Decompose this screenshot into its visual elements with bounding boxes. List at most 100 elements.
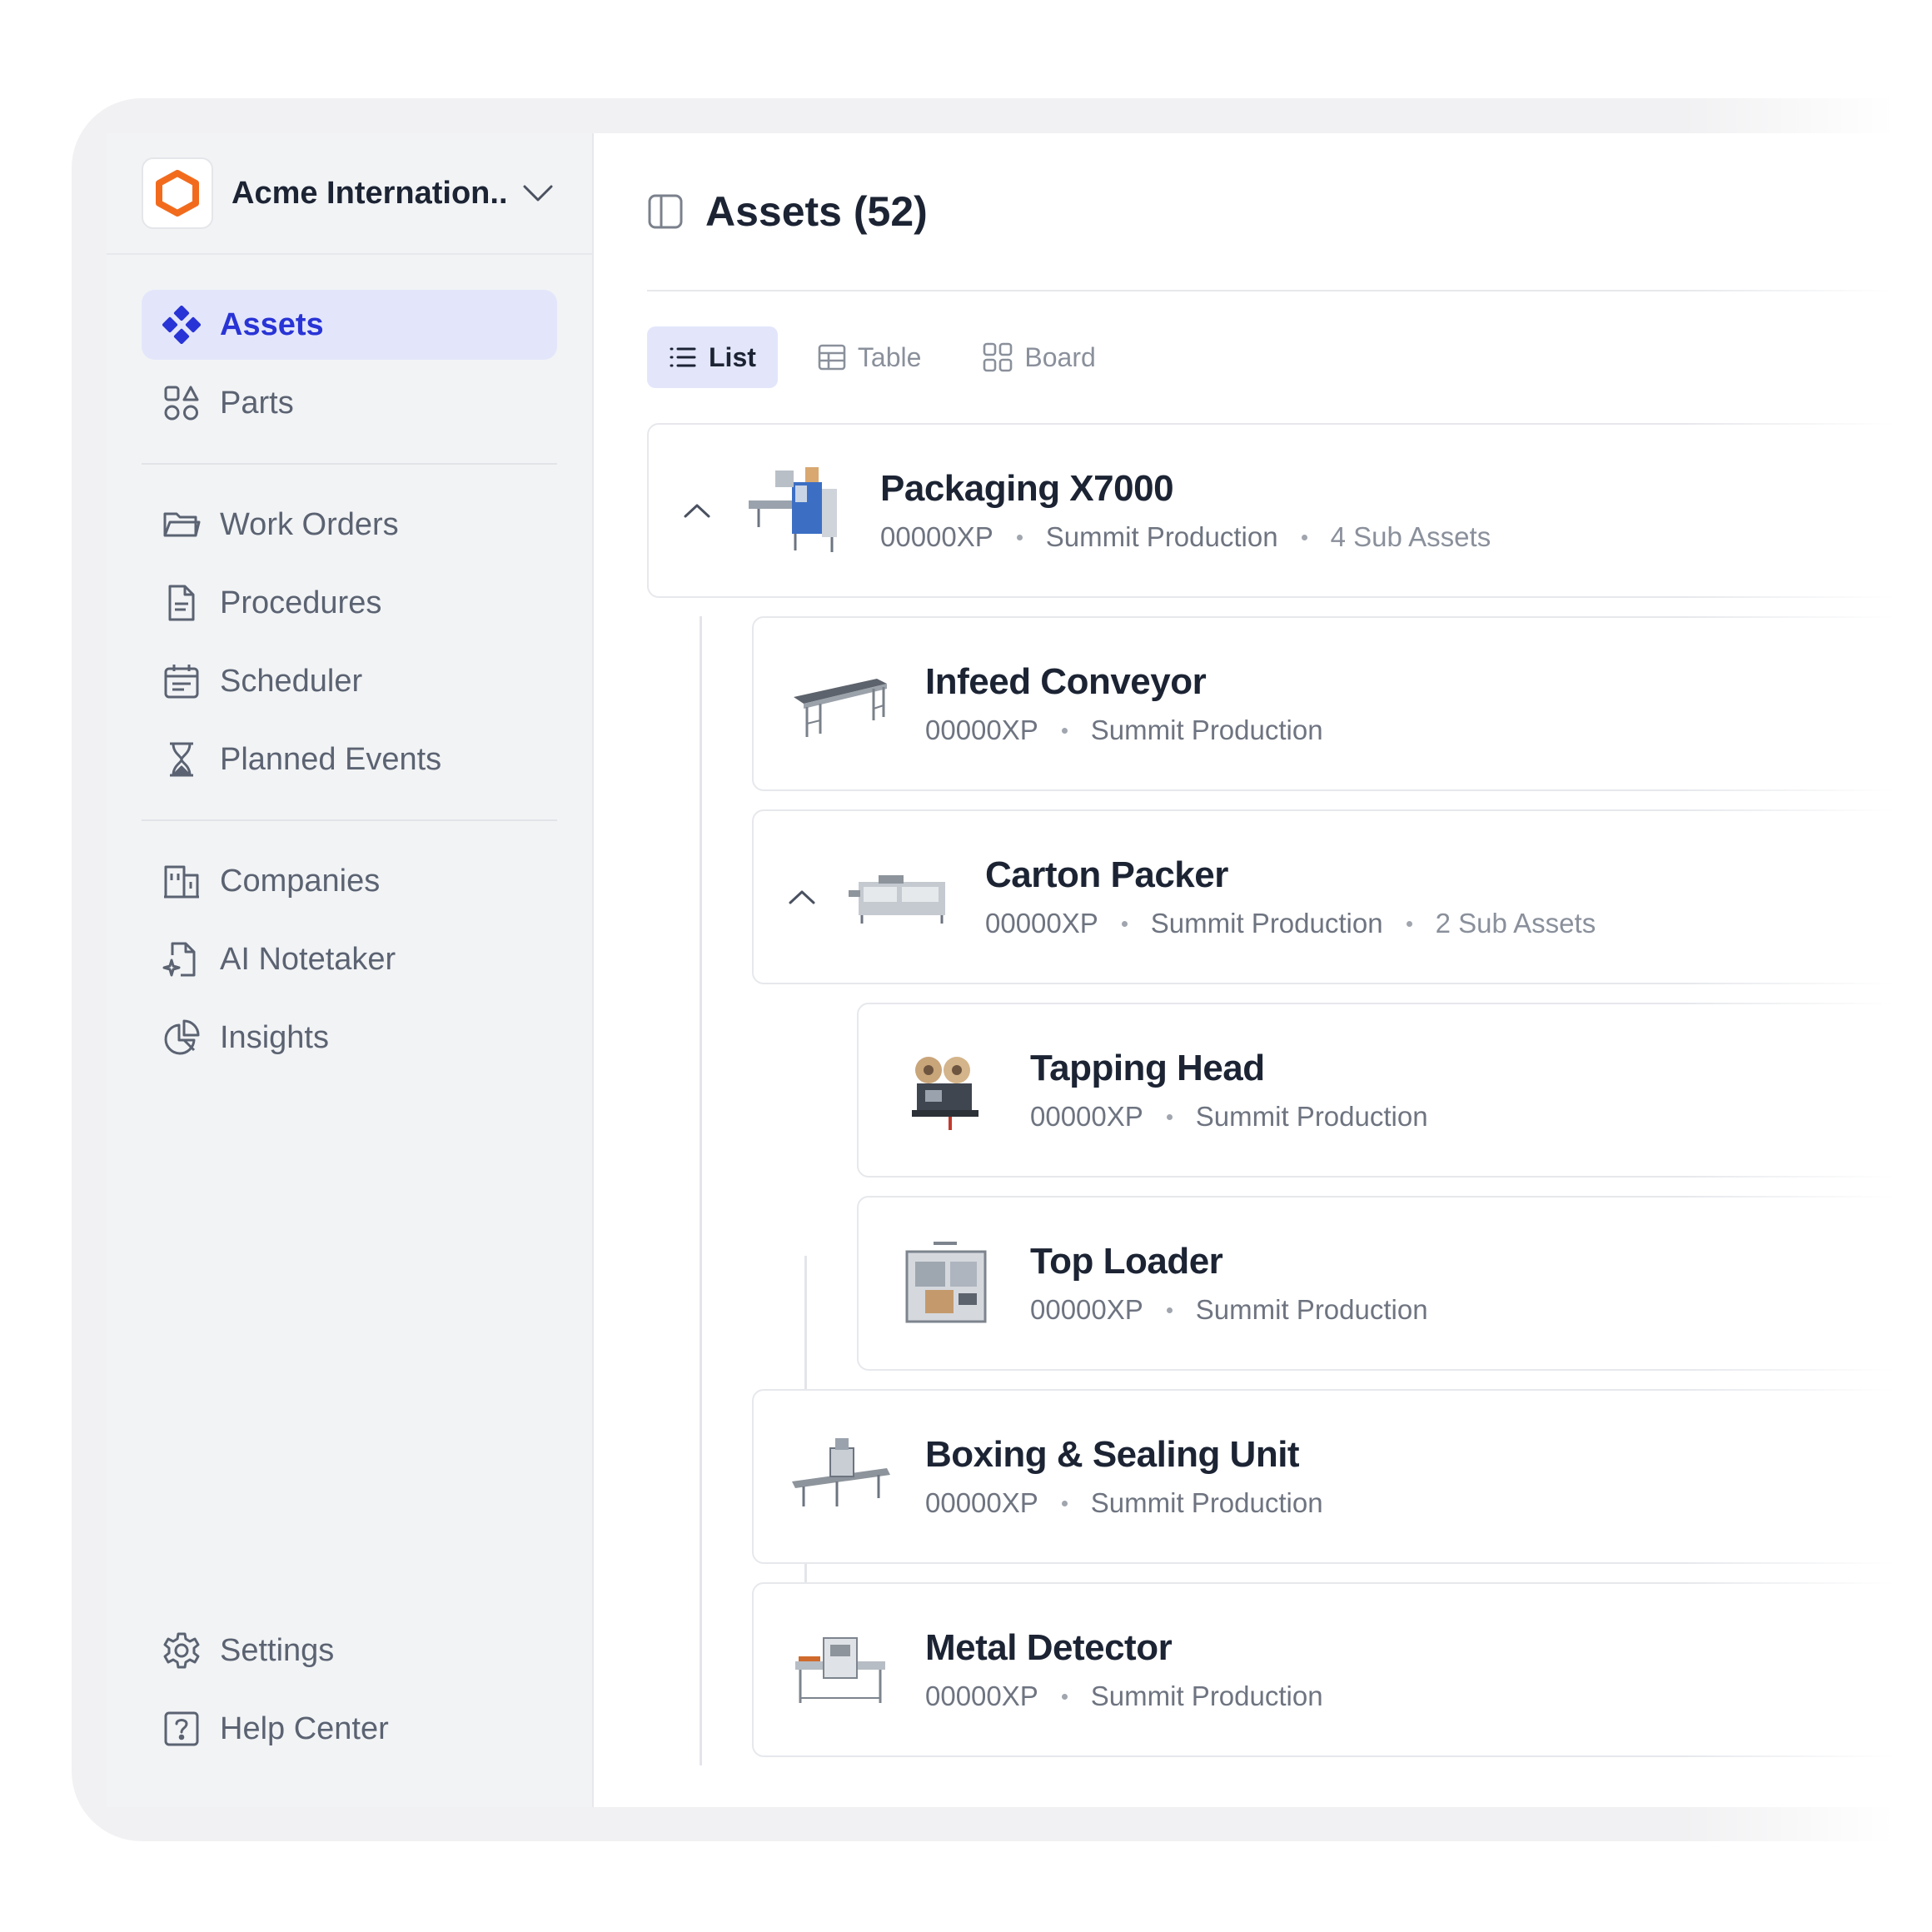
asset-thumbnail bbox=[892, 1040, 1000, 1140]
assets-icon bbox=[162, 305, 202, 345]
separator-dot bbox=[1166, 1307, 1173, 1313]
collapse-button[interactable] bbox=[672, 502, 722, 519]
separator-dot bbox=[1406, 920, 1412, 927]
asset-meta: 00000XP Summit Production bbox=[925, 715, 1323, 746]
asset-row[interactable]: Carton Packer 00000XP Summit Production … bbox=[752, 809, 1932, 984]
sidebar-bottom: Settings Help Center bbox=[142, 1616, 557, 1772]
list-icon bbox=[669, 345, 697, 370]
sidebar-item-planned-events[interactable]: Planned Events bbox=[142, 724, 557, 794]
page-header: Assets (52) bbox=[647, 133, 1932, 291]
parts-icon bbox=[162, 383, 202, 423]
chevron-down-icon[interactable] bbox=[521, 183, 555, 203]
asset-row[interactable]: Tapping Head 00000XP Summit Production bbox=[857, 1003, 1932, 1178]
sidebar-item-settings[interactable]: Settings bbox=[142, 1616, 557, 1686]
asset-location: Summit Production bbox=[1150, 908, 1383, 939]
asset-sub-count: 2 Sub Assets bbox=[1435, 908, 1596, 939]
asset-code: 00000XP bbox=[985, 908, 1098, 939]
asset-name: Infeed Conveyor bbox=[925, 661, 1207, 702]
asset-info: Boxing & Sealing Unit 00000XP Summit Pro… bbox=[925, 1434, 1323, 1519]
pie-chart-icon bbox=[162, 1018, 202, 1058]
folder-icon bbox=[162, 505, 202, 545]
board-icon bbox=[983, 342, 1013, 372]
asset-location: Summit Production bbox=[1195, 1294, 1428, 1325]
building-icon bbox=[162, 861, 202, 901]
main-content: Assets (52) List Table Board Packaging X… bbox=[594, 133, 1932, 1807]
sidebar-item-label: Settings bbox=[220, 1632, 335, 1668]
separator-dot bbox=[1061, 1693, 1068, 1700]
sidebar-toggle-icon[interactable] bbox=[647, 193, 684, 230]
sidebar-item-label: Parts bbox=[220, 385, 294, 421]
sidebar-item-insights[interactable]: Insights bbox=[142, 1003, 557, 1073]
separator-dot bbox=[1301, 534, 1307, 540]
tapping-head-icon bbox=[912, 1057, 978, 1130]
asset-code: 00000XP bbox=[925, 1681, 1038, 1711]
asset-thumbnail bbox=[787, 1427, 895, 1526]
asset-meta: 00000XP Summit Production bbox=[925, 1681, 1323, 1712]
asset-name: Tapping Head bbox=[1030, 1048, 1265, 1088]
asset-thumbnail bbox=[742, 461, 850, 560]
asset-location: Summit Production bbox=[1090, 715, 1323, 745]
separator-dot bbox=[1061, 727, 1068, 734]
sidebar-item-label: Scheduler bbox=[220, 663, 363, 699]
view-label: Board bbox=[1024, 341, 1096, 372]
asset-info: Infeed Conveyor 00000XP Summit Productio… bbox=[925, 661, 1323, 746]
asset-row[interactable]: Boxing & Sealing Unit 00000XP Summit Pro… bbox=[752, 1389, 1932, 1564]
hexagon-logo-icon bbox=[156, 170, 199, 217]
sidebar-item-parts[interactable]: Parts bbox=[142, 368, 557, 438]
sidebar-nav: Assets Parts Work Orders Procedures Sche… bbox=[107, 255, 592, 1073]
sidebar-item-work-orders[interactable]: Work Orders bbox=[142, 490, 557, 560]
sidebar-item-label: Work Orders bbox=[220, 506, 399, 542]
sidebar-item-scheduler[interactable]: Scheduler bbox=[142, 646, 557, 716]
sidebar-item-label: Planned Events bbox=[220, 741, 442, 777]
table-icon bbox=[818, 343, 846, 371]
asset-location: Summit Production bbox=[1090, 1487, 1323, 1518]
sidebar-item-help-center[interactable]: Help Center bbox=[142, 1694, 557, 1764]
view-label: Table bbox=[857, 341, 922, 372]
asset-meta: 00000XP Summit Production 2 Sub Assets bbox=[985, 908, 1596, 939]
asset-name: Boxing & Sealing Unit bbox=[925, 1434, 1300, 1475]
separator-dot bbox=[1016, 534, 1023, 540]
asset-location: Summit Production bbox=[1090, 1681, 1323, 1711]
hourglass-icon bbox=[162, 739, 202, 779]
sidebar-item-companies[interactable]: Companies bbox=[142, 846, 557, 916]
nav-divider bbox=[142, 819, 557, 821]
asset-thumbnail bbox=[847, 847, 955, 947]
asset-row[interactable]: Metal Detector 00000XP Summit Production bbox=[752, 1582, 1932, 1757]
org-switcher[interactable]: Acme Internation... bbox=[107, 133, 592, 255]
asset-location: Summit Production bbox=[1195, 1101, 1428, 1132]
asset-meta: 00000XP Summit Production bbox=[1030, 1101, 1428, 1133]
sidebar: Acme Internation... Assets Parts Work Or… bbox=[107, 133, 594, 1807]
asset-thumbnail bbox=[787, 654, 895, 754]
asset-sub-count: 4 Sub Assets bbox=[1330, 521, 1491, 552]
asset-thumbnail bbox=[892, 1233, 1000, 1333]
asset-row[interactable]: Packaging X7000 00000XP Summit Productio… bbox=[647, 423, 1932, 598]
asset-row[interactable]: Top Loader 00000XP Summit Production bbox=[857, 1196, 1932, 1371]
sidebar-item-assets[interactable]: Assets bbox=[142, 290, 557, 360]
view-switcher: List Table Board bbox=[647, 326, 1932, 388]
sidebar-item-ai-notetaker[interactable]: AI Notetaker bbox=[142, 924, 557, 994]
asset-row[interactable]: Infeed Conveyor 00000XP Summit Productio… bbox=[752, 616, 1932, 791]
page-title: Assets (52) bbox=[705, 188, 928, 235]
ai-document-icon bbox=[162, 939, 202, 979]
org-logo bbox=[142, 157, 213, 229]
conveyor-icon bbox=[794, 679, 887, 737]
asset-info: Top Loader 00000XP Summit Production bbox=[1030, 1241, 1428, 1326]
asset-thumbnail bbox=[787, 1620, 895, 1720]
metal-detector-icon bbox=[795, 1637, 885, 1703]
separator-dot bbox=[1166, 1113, 1173, 1120]
sidebar-item-procedures[interactable]: Procedures bbox=[142, 568, 557, 638]
asset-code: 00000XP bbox=[1030, 1101, 1143, 1132]
view-table-button[interactable]: Table bbox=[796, 326, 944, 388]
asset-name: Carton Packer bbox=[985, 854, 1228, 895]
asset-location: Summit Production bbox=[1045, 521, 1278, 552]
asset-name: Metal Detector bbox=[925, 1627, 1173, 1668]
sealing-unit-icon bbox=[792, 1438, 890, 1506]
top-loader-icon bbox=[905, 1242, 987, 1323]
asset-name: Packaging X7000 bbox=[880, 468, 1174, 509]
sidebar-item-label: Insights bbox=[220, 1019, 329, 1055]
collapse-button[interactable] bbox=[777, 889, 827, 905]
view-list-button[interactable]: List bbox=[647, 326, 778, 388]
view-board-button[interactable]: Board bbox=[961, 326, 1117, 388]
sidebar-item-label: Companies bbox=[220, 863, 381, 899]
help-icon bbox=[162, 1709, 202, 1749]
